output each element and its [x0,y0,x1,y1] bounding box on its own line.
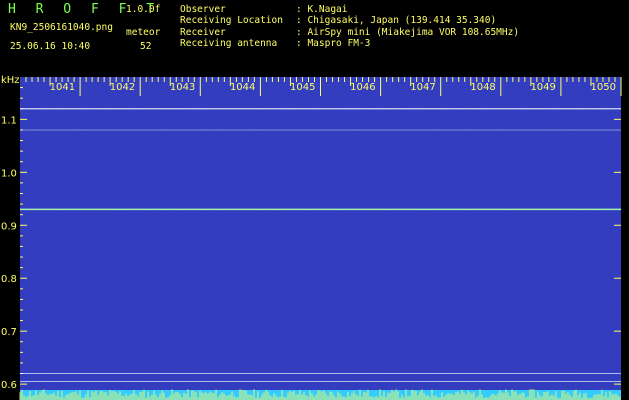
x-tick-label: 1042 [110,82,135,93]
x-tick-label: 1049 [530,82,555,93]
x-tick-label: 1050 [591,82,616,93]
x-tick-label: 1048 [470,82,495,93]
y-tick-label: 0.8 [1,274,17,285]
x-tick-label: 1045 [290,82,315,93]
spectrogram-chart: 1041 1042 1043 1044 1045 1046 1047 1048 1049 1050… [1,75,622,400]
x-tick-label: 1043 [170,82,195,93]
y-tick-label: 0.9 [1,221,17,232]
y-tick-label: 1.0 [1,168,17,179]
y-tick-label: 0.7 [1,327,17,338]
x-tick-label: 1044 [230,82,255,93]
x-tick-label: 1046 [350,82,375,93]
x-tick-label: 1041 [50,82,75,93]
speckle-texture [20,77,621,400]
y-axis-label: kHz [1,75,20,86]
x-tick-label: 1047 [410,82,435,93]
y-tick-label: 1.1 [1,115,17,126]
y-tick-label: 0.6 [1,380,17,391]
bottom-band [19,389,621,400]
